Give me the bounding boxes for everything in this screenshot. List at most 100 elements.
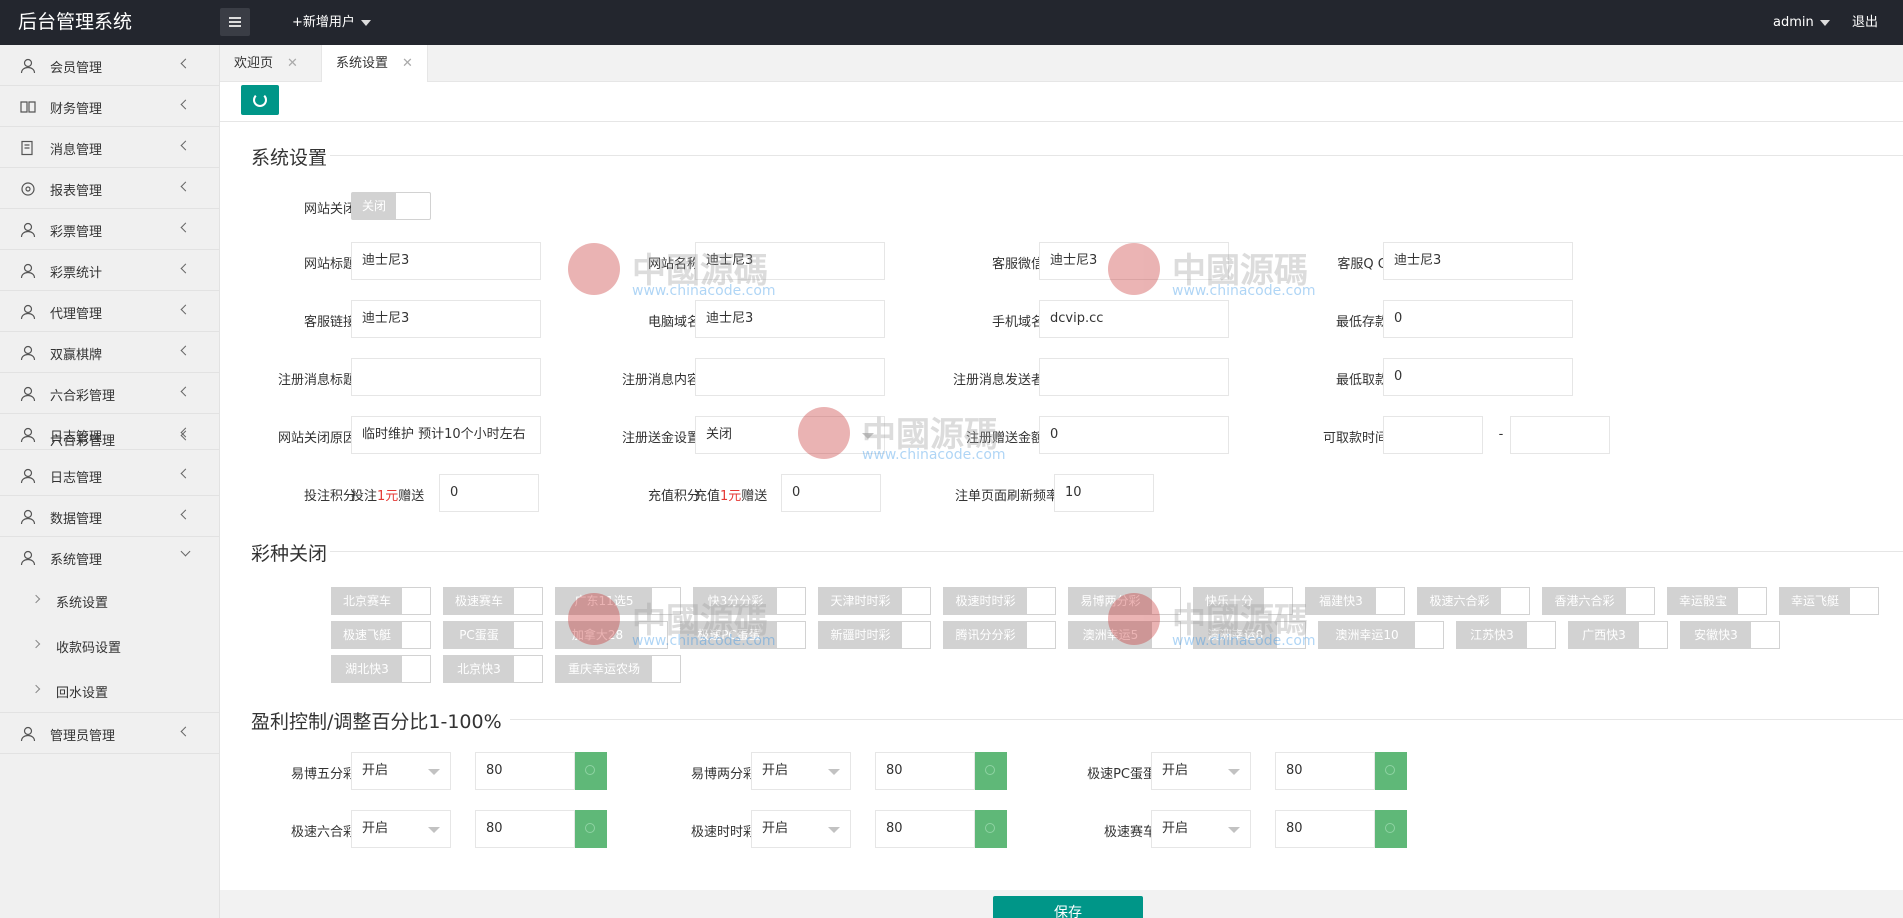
lottery-toggle[interactable]: 幸运飞艇 <box>1779 587 1879 615</box>
reg-bonus-amount-input[interactable]: 0 <box>1039 416 1229 454</box>
profit-status-select[interactable]: 开启 <box>1151 810 1251 848</box>
lottery-toggle[interactable]: 极速飞艇 <box>331 621 431 649</box>
user-menu[interactable]: admin <box>1773 0 1830 45</box>
lottery-toggle-label: PC蛋蛋 <box>444 622 514 648</box>
reg-msg-title-input[interactable] <box>351 358 541 396</box>
site-name-input[interactable]: 迪士尼3 <box>695 242 885 280</box>
reg-bonus-select[interactable]: 关闭 <box>695 416 885 454</box>
confirm-button[interactable] <box>1375 752 1407 790</box>
confirm-button[interactable] <box>575 810 607 848</box>
lottery-toggle[interactable]: 幸运骰宝 <box>1667 587 1767 615</box>
min-deposit-input[interactable]: 0 <box>1383 300 1573 338</box>
profit-percent-input[interactable]: 80 <box>875 810 975 848</box>
close-reason-input[interactable]: 临时维护 预计10个小时左右 <box>351 416 541 454</box>
sidebar-item-agents[interactable]: 代理管理 <box>0 291 220 332</box>
lottery-toggle[interactable]: 腾讯分分彩 <box>943 621 1056 649</box>
lottery-toggle[interactable]: 安徽快3 <box>1680 621 1780 649</box>
profit-percent-input[interactable]: 80 <box>475 810 575 848</box>
profit-status-select[interactable]: 开启 <box>1151 752 1251 790</box>
profit-percent-input[interactable]: 80 <box>1275 752 1375 790</box>
lottery-toggle[interactable]: 广西快3 <box>1568 621 1668 649</box>
lottery-toggle[interactable]: 重庆幸运农场 <box>555 655 681 683</box>
site-close-switch[interactable]: 关闭 <box>351 192 431 220</box>
sidebar-subitem-system-settings[interactable]: 系统设置 <box>0 578 220 623</box>
confirm-button[interactable] <box>975 752 1007 790</box>
min-withdraw-input[interactable]: 0 <box>1383 358 1573 396</box>
lottery-toggle[interactable]: 易博两分彩 <box>1068 587 1181 615</box>
sidebar-item-messages[interactable]: 消息管理 <box>0 127 220 168</box>
lottery-toggle[interactable]: 极速时时彩 <box>943 587 1056 615</box>
lottery-toggle[interactable]: 江苏快3 <box>1456 621 1556 649</box>
wechat-input[interactable]: 迪士尼3 <box>1039 242 1229 280</box>
sidebar-item-label: 彩票管理 <box>50 225 103 240</box>
reg-msg-sender-input[interactable] <box>1039 358 1229 396</box>
lottery-toggle[interactable]: 新疆时时彩 <box>818 621 931 649</box>
recharge-points-input[interactable]: 0 <box>781 474 881 512</box>
confirm-button[interactable] <box>975 810 1007 848</box>
lottery-toggle[interactable]: 澳洲幸运8 <box>1193 621 1306 649</box>
profit-status-select[interactable]: 开启 <box>351 810 451 848</box>
site-title-input[interactable]: 迪士尼3 <box>351 242 541 280</box>
lottery-toggle[interactable]: 极速赛车 <box>443 587 543 615</box>
sidebar-item-members[interactable]: 会员管理 <box>0 45 220 86</box>
pc-domain-input[interactable]: 迪士尼3 <box>695 300 885 338</box>
lottery-toggle[interactable]: 快3分分彩 <box>693 587 806 615</box>
mobile-domain-input[interactable]: dcvip.cc <box>1039 300 1229 338</box>
sidebar-item-system[interactable]: 系统管理 <box>0 537 220 578</box>
lottery-toggle[interactable]: 湖北快3 <box>331 655 431 683</box>
lottery-toggle-label: 极速飞艇 <box>332 622 402 648</box>
menu-toggle-button[interactable] <box>220 8 250 36</box>
profit-percent-input[interactable]: 80 <box>1275 810 1375 848</box>
lottery-toggle[interactable]: 极速PC蛋蛋 <box>680 621 806 649</box>
sidebar-item-chess[interactable]: 双赢棋牌 <box>0 332 220 373</box>
tab-system-settings[interactable]: 系统设置 ✕ <box>321 45 428 82</box>
sidebar-subitem-rebate-settings[interactable]: 回水设置 <box>0 668 220 713</box>
lottery-toggle-label: 香港六合彩 <box>1543 588 1626 614</box>
sidebar-item-reports[interactable]: 报表管理 <box>0 168 220 209</box>
profit-status-select[interactable]: 开启 <box>751 810 851 848</box>
logout-link[interactable]: 退出 <box>1852 0 1878 45</box>
close-icon[interactable]: ✕ <box>287 56 298 71</box>
lottery-toggle[interactable]: PC蛋蛋 <box>443 621 543 649</box>
refresh-rate-input[interactable]: 10 <box>1054 474 1154 512</box>
lottery-toggle-label: 澳洲幸运10 <box>1319 622 1415 648</box>
refresh-button[interactable] <box>241 85 279 115</box>
lottery-toggle[interactable]: 澳洲幸运10 <box>1318 621 1444 649</box>
reg-msg-content-input[interactable] <box>695 358 885 396</box>
save-button[interactable]: 保存 <box>993 896 1143 918</box>
sidebar-item-marksix-2[interactable]: 六合彩管理 <box>0 430 220 450</box>
withdraw-time-to-input[interactable] <box>1510 416 1610 454</box>
sidebar-item-finance[interactable]: 财务管理 <box>0 86 220 127</box>
lottery-toggle[interactable]: 天津时时彩 <box>818 587 931 615</box>
bet-points-input[interactable]: 0 <box>439 474 539 512</box>
service-link-input[interactable]: 迪士尼3 <box>351 300 541 338</box>
lottery-toggle[interactable]: 加拿大28 <box>555 621 668 649</box>
sidebar-item-data[interactable]: 数据管理 <box>0 496 220 537</box>
chevron-left-icon <box>180 181 191 192</box>
confirm-button[interactable] <box>575 752 607 790</box>
confirm-button[interactable] <box>1375 810 1407 848</box>
sidebar-subitem-qrcode-settings[interactable]: 收款码设置 <box>0 623 220 668</box>
profit-status-select[interactable]: 开启 <box>351 752 451 790</box>
sidebar-item-marksix[interactable]: 六合彩管理 <box>0 373 220 414</box>
tab-welcome[interactable]: 欢迎页 ✕ <box>220 45 312 82</box>
lottery-toggle[interactable]: 快乐十分 <box>1193 587 1293 615</box>
profit-percent-input[interactable]: 80 <box>475 752 575 790</box>
lottery-toggle[interactable]: 极速六合彩 <box>1417 587 1530 615</box>
lottery-toggle[interactable]: 澳洲幸运5 <box>1068 621 1181 649</box>
lottery-toggle[interactable]: 香港六合彩 <box>1542 587 1655 615</box>
lottery-toggle[interactable]: 福建快3 <box>1305 587 1405 615</box>
lottery-toggle[interactable]: 北京快3 <box>443 655 543 683</box>
sidebar-item-lottery[interactable]: 彩票管理 <box>0 209 220 250</box>
qq-input[interactable]: 迪士尼3 <box>1383 242 1573 280</box>
lottery-toggle[interactable]: 广东11选5 <box>555 587 681 615</box>
sidebar-item-admins[interactable]: 管理员管理 <box>0 713 220 754</box>
profit-status-select[interactable]: 开启 <box>751 752 851 790</box>
add-user-menu[interactable]: +新增用户 <box>292 0 371 45</box>
profit-percent-input[interactable]: 80 <box>875 752 975 790</box>
sidebar-item-lottery-stats[interactable]: 彩票统计 <box>0 250 220 291</box>
close-icon[interactable]: ✕ <box>402 56 413 71</box>
withdraw-time-from-input[interactable] <box>1383 416 1483 454</box>
lottery-toggle[interactable]: 北京赛车 <box>331 587 431 615</box>
sidebar-item-logs-2[interactable]: 日志管理 <box>0 455 220 496</box>
